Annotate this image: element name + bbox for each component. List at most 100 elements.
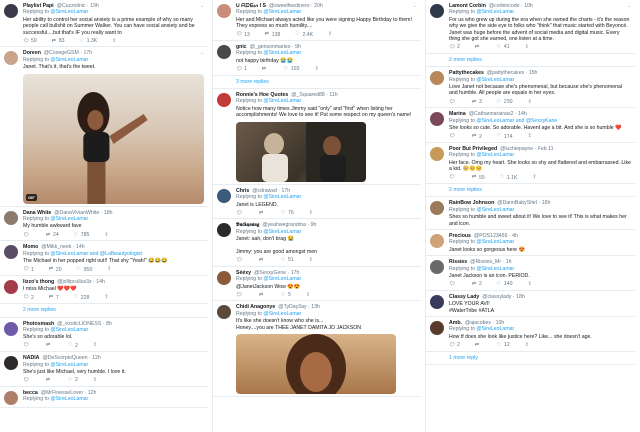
mention-link[interactable]: @SireLeoLamar and @SexxyKane [476,118,557,124]
more-replies-link[interactable]: 2 more replies [426,184,635,198]
reply-button[interactable]: 💬︎ 2 [449,342,460,348]
chevron-down-icon[interactable]: ⌄ [627,3,631,9]
avatar[interactable] [4,279,18,294]
like-button[interactable]: ♡ 174 [496,134,513,140]
like-button[interactable]: ♡ 1.1K [499,175,518,181]
avatar[interactable] [430,294,444,309]
retweet-button[interactable]: ⇄ 24 [45,232,59,238]
like-button[interactable]: ♡ 2 [67,343,78,349]
avatar[interactable] [430,71,444,86]
avatar[interactable] [217,305,231,320]
reply-button[interactable]: 💬︎ [449,282,457,287]
tweet[interactable]: Marina @Cathannarainas2 · 14h Replying to… [426,108,635,143]
tweet[interactable]: Amb. @ajacobes · 10h Replying to @SireLeo… [426,317,635,352]
retweet-button[interactable]: ⇄ 83 [51,38,65,44]
share-button[interactable]: ⇪ [308,210,314,216]
like-button[interactable]: ♡ 51 [280,257,294,263]
mention-link[interactable]: @SireLeoLamar [50,362,88,368]
tweet[interactable]: RainBow Johnson @DannBabyShirl · 16h Repl… [426,197,635,230]
tweet[interactable]: Photosmash @_exoticLIONESS · 8h Replying … [0,318,208,353]
avatar[interactable] [4,51,18,66]
reply-button[interactable]: 💬︎ [449,134,457,139]
share-button[interactable]: ⇪ [106,267,112,272]
reply-button[interactable]: 💬︎ 59 [23,38,37,44]
tweet[interactable]: Playlist Papi @Cuzzolinic · 19h ⌄ Replying… [0,0,208,48]
avatar[interactable] [217,270,231,285]
tweet[interactable]: Ronnie's Hoe Quotes @_Squared88 · 11h Rep… [213,89,421,185]
retweet-button[interactable]: ⇄ 55 [471,175,485,181]
mention-link[interactable]: @SireLeoLamar [476,326,514,332]
reply-button[interactable]: 💬︎ 2 [23,295,34,301]
reply-button[interactable]: 💬︎ [23,378,31,383]
more-replies-link[interactable]: 2 more replies [426,54,635,68]
retweet-button[interactable]: ⇄ 7 [48,295,59,301]
mention-link[interactable]: @SireLeoLamar [263,229,301,235]
share-button[interactable]: ⇪ [92,378,98,383]
retweet-button[interactable]: ⇄ [45,378,53,383]
reply-button[interactable]: 💬︎ 1 [236,66,247,72]
avatar[interactable] [430,4,444,18]
share-button[interactable]: ⇪ [527,282,533,287]
tweet[interactable]: lizzo's thong @jollipcullus3z · 14h I mis… [0,276,208,305]
photo-media[interactable] [236,334,396,394]
avatar[interactable] [217,93,231,108]
like-button[interactable]: ♡ 5 [280,292,291,298]
avatar[interactable] [430,321,444,336]
retweet-button[interactable]: ⇄ [45,343,53,348]
tweet[interactable]: becca @MrFinesseLover · 12h Replying to @… [0,387,208,408]
avatar[interactable] [430,260,444,275]
tweet[interactable]: 𝕭𝖚𝖈𝖐𝖞𝖔𝖚𝖓𝖌 @yeahwegrandma · 9h Replying to… [213,219,421,267]
mention-link[interactable]: @SireLeoLamar [50,9,88,15]
reply-button[interactable]: 💬︎ [236,210,244,216]
avatar[interactable] [430,146,444,161]
tweet[interactable]: NADIA @DeScorpioQueen · 12h Replying to @… [0,352,208,387]
reply-button[interactable]: 💬︎ [23,232,31,238]
retweet-button[interactable]: ⇄ [258,258,266,263]
share-button[interactable]: ⇪ [92,343,98,348]
share-button[interactable]: ⇪ [111,38,117,44]
user-name[interactable]: Classy Lady [449,294,479,300]
reply-button[interactable]: 💬︎ 2 [449,44,460,50]
like-button[interactable]: ♡ 228 [73,295,90,301]
like-button[interactable]: ♡ 41 [496,44,510,50]
avatar[interactable] [430,201,444,216]
retweet-button[interactable]: ⇄ [261,66,269,72]
mention-link[interactable]: @SireLeoLamar [476,152,514,158]
mention-link[interactable]: @SireLeoLamar [50,396,88,402]
avatar[interactable] [217,223,231,238]
like-button[interactable]: ♡ 1.3K [79,38,97,44]
retweet-button[interactable]: ⇄ [258,292,266,298]
mention-link[interactable]: @SireLeoLamar [50,57,88,63]
avatar[interactable] [430,112,444,127]
share-button[interactable]: ⇪ [527,134,533,139]
like-button[interactable]: ♡ 950 [76,267,92,273]
avatar[interactable] [4,356,18,371]
chevron-down-icon[interactable]: ⌄ [200,50,204,56]
reply-button[interactable]: 💬︎ 1 [23,267,34,273]
mention-link[interactable]: @SireLeoLamar [476,239,514,245]
reply-button[interactable]: 💬︎ [449,175,457,180]
tweet[interactable]: Chris @cdrawsd · 17h Replying to @SireLeo… [213,185,421,220]
reply-button[interactable]: 💬︎ [23,343,31,348]
tweet[interactable]: Dana White @DanaVivianWhite · 18h Replyin… [0,207,208,242]
gif-media[interactable]: GIF [23,73,204,204]
share-button[interactable]: ⇪ [524,45,530,50]
like-button[interactable]: ♡ 785 [73,232,90,238]
share-button[interactable]: ⇪ [527,99,533,105]
retweet-button[interactable]: ⇄ [474,342,482,348]
avatar[interactable] [4,321,18,336]
share-button[interactable]: ⇪ [103,232,109,238]
mention-link[interactable]: @SireLeoLamar [476,266,514,272]
avatar[interactable] [4,245,18,260]
more-replies-link[interactable]: 1 more reply [426,352,635,366]
tweet[interactable]: ᑌ ᗩᗪᗴᔕ I Ѕ @sweetfeedinero · 20h ⌄ Replyin… [213,0,421,42]
avatar[interactable] [430,233,444,248]
mention-link[interactable]: @SireLeoLamar and @LaBeautyologist [50,251,142,257]
retweet-button[interactable]: ⇄ 3 [471,99,482,105]
like-button[interactable]: ♡ 2 [67,377,78,383]
user-name[interactable]: lizzo's thong [23,279,54,285]
retweet-button[interactable]: ⇄ 2 [471,134,482,140]
avatar[interactable] [217,45,231,60]
share-button[interactable]: ⇪ [531,175,537,180]
retweet-button[interactable]: ⇄ 2 [471,281,482,287]
